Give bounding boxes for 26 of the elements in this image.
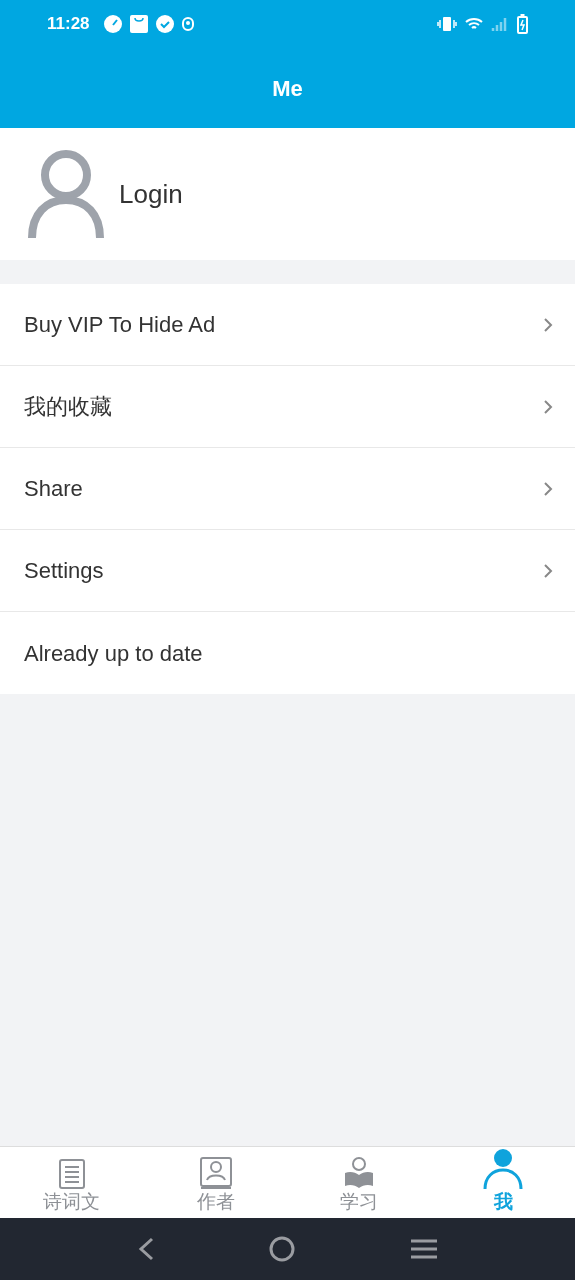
menu-item[interactable]: Settings [0,530,575,612]
avatar-icon [28,150,104,238]
document-icon [57,1158,86,1190]
menu-icon[interactable] [409,1238,438,1260]
portrait-icon [198,1156,233,1190]
chevron-right-icon [543,399,553,414]
person-icon [483,1148,524,1190]
chevron-right-icon [543,563,553,578]
bag-icon [129,15,148,33]
back-icon[interactable] [137,1237,154,1261]
menu-item[interactable]: 我的收藏 [0,366,575,448]
menu-item[interactable]: Buy VIP To Hide Ad [0,284,575,366]
check-circle-icon [155,15,174,33]
signal-icon [491,17,509,31]
menu-item[interactable]: Already up to date [0,612,575,694]
login-button[interactable]: Login [119,174,183,214]
chevron-right-icon [543,317,553,332]
vibrate-icon [437,17,457,31]
status-time: 11:28 [47,13,90,36]
wifi-icon [465,17,483,31]
menu-item[interactable]: Share [0,448,575,530]
home-icon[interactable] [268,1236,295,1262]
battery-icon [517,14,528,34]
page-title: Me [272,74,303,103]
speedometer-icon [103,15,122,33]
chevron-right-icon [543,481,553,496]
